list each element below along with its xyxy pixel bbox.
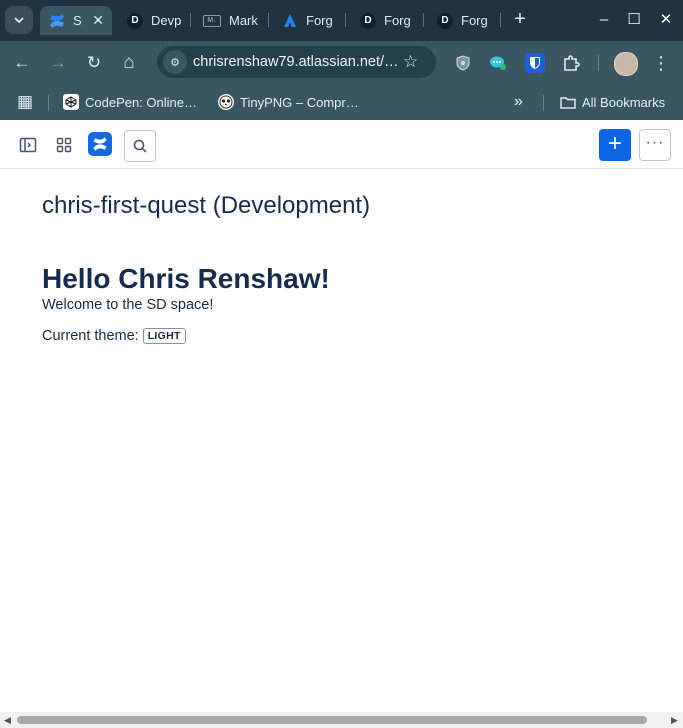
tab-confluence[interactable]: S ✕ (40, 6, 112, 35)
tab-label: Mark (229, 13, 258, 28)
create-button[interactable]: + (599, 129, 631, 161)
chat-extension-icon[interactable] (488, 53, 508, 73)
tab-search-button[interactable] (5, 6, 33, 34)
tab-divider (500, 13, 501, 27)
tab-label: Forg (461, 13, 488, 28)
bookmarks-divider (543, 95, 544, 111)
bookmark-codepen[interactable]: CodePen: Online… (63, 93, 197, 111)
extensions-puzzle-icon[interactable] (561, 53, 581, 73)
tab-markdown[interactable]: M↓ Mark (203, 6, 261, 35)
bookmark-label: CodePen: Online… (85, 94, 198, 110)
d-logo-icon: D (127, 12, 143, 29)
browser-menu-button[interactable]: ⋮ (648, 50, 674, 76)
tab-close-icon[interactable]: ✕ (92, 12, 104, 29)
bookmark-label: TinyPNG – Compr… (240, 94, 359, 110)
all-bookmarks-label: All Bookmarks (582, 94, 666, 110)
folder-icon (560, 94, 576, 110)
reload-button[interactable]: ↻ (81, 50, 107, 76)
page-title: chris-first-quest (Development) (42, 192, 371, 219)
bitwarden-extension-icon[interactable] (525, 53, 545, 73)
scroll-right-arrow-icon[interactable]: ▶ (671, 715, 678, 726)
site-info-icon[interactable]: ⚙ (163, 50, 187, 74)
tab-forge-3[interactable]: D Forg (437, 6, 490, 35)
tab-forge-atlassian[interactable]: Forg (282, 6, 334, 35)
welcome-text: Welcome to the SD space! (42, 297, 214, 313)
tab-strip: S ✕ D Devp M↓ Mark Forg D Forg D Forg + … (0, 0, 683, 41)
confluence-logo-icon[interactable] (88, 132, 112, 156)
search-button[interactable] (124, 130, 156, 162)
theme-label: Current theme: (42, 328, 139, 344)
scroll-left-arrow-icon[interactable]: ◀ (4, 715, 11, 726)
app-switcher-grid-icon[interactable] (50, 131, 78, 159)
tab-forge-2[interactable]: D Forg (360, 6, 413, 35)
back-button[interactable]: ← (9, 50, 35, 76)
close-window-button[interactable]: ✕ (656, 10, 676, 30)
search-icon (133, 139, 147, 153)
horizontal-scrollbar[interactable]: ◀ ▶ (0, 712, 683, 728)
tab-devp[interactable]: D Devp (127, 6, 182, 35)
browser-toolbar: ← → ↻ ⌂ ⚙ chrisrenshaw79.atlassian.net/…… (0, 41, 683, 84)
chevron-down-icon (14, 17, 24, 24)
address-bar[interactable]: ⚙ chrisrenshaw79.atlassian.net/… ☆ (157, 46, 436, 78)
bookmark-tinypng[interactable]: TinyPNG – Compr… (218, 93, 359, 111)
tab-divider (345, 13, 346, 27)
d-logo-icon: D (437, 12, 453, 29)
sidebar-toggle-icon[interactable] (14, 131, 42, 159)
app-top-nav: + ··· (0, 121, 683, 169)
d-logo-icon: D (360, 12, 376, 29)
confluence-icon (49, 13, 65, 29)
atlassian-icon (282, 13, 298, 29)
tab-divider (423, 13, 424, 27)
profile-avatar[interactable] (614, 52, 638, 76)
maximize-button[interactable]: ☐ (624, 10, 644, 30)
tab-label: Forg (306, 13, 333, 28)
forward-button[interactable]: → (45, 50, 71, 76)
bookmarks-overflow-button[interactable]: » (514, 93, 523, 111)
new-tab-button[interactable]: + (509, 9, 531, 31)
markdown-icon: M↓ (203, 14, 221, 27)
more-options-button[interactable]: ··· (639, 129, 671, 161)
tab-label: Devp (151, 13, 182, 28)
scrollbar-thumb[interactable] (17, 716, 647, 724)
tinypng-panda-icon (218, 94, 234, 110)
bookmarks-bar: ▦ CodePen: Online… TinyPNG – Compr… » Al… (0, 84, 683, 120)
codepen-icon (63, 94, 79, 110)
shield-extension-icon[interactable] (453, 53, 473, 73)
home-button[interactable]: ⌂ (116, 50, 142, 76)
theme-badge: LIGHT (142, 328, 186, 344)
tab-label: S (73, 13, 82, 28)
url-text[interactable]: chrisrenshaw79.atlassian.net/… (193, 54, 398, 70)
current-theme-row: Current theme: LIGHT (42, 328, 186, 344)
minimize-button[interactable]: – (594, 10, 614, 30)
tab-divider (268, 13, 269, 27)
toolbar-divider (598, 55, 599, 71)
apps-grid-icon[interactable]: ▦ (17, 92, 33, 111)
all-bookmarks-button[interactable]: All Bookmarks (560, 93, 665, 111)
bookmark-star-icon[interactable]: ☆ (403, 52, 418, 72)
tab-label: Forg (384, 13, 411, 28)
greeting-heading: Hello Chris Renshaw! (42, 263, 330, 294)
tab-divider (190, 13, 191, 27)
bookmarks-divider (48, 95, 49, 111)
